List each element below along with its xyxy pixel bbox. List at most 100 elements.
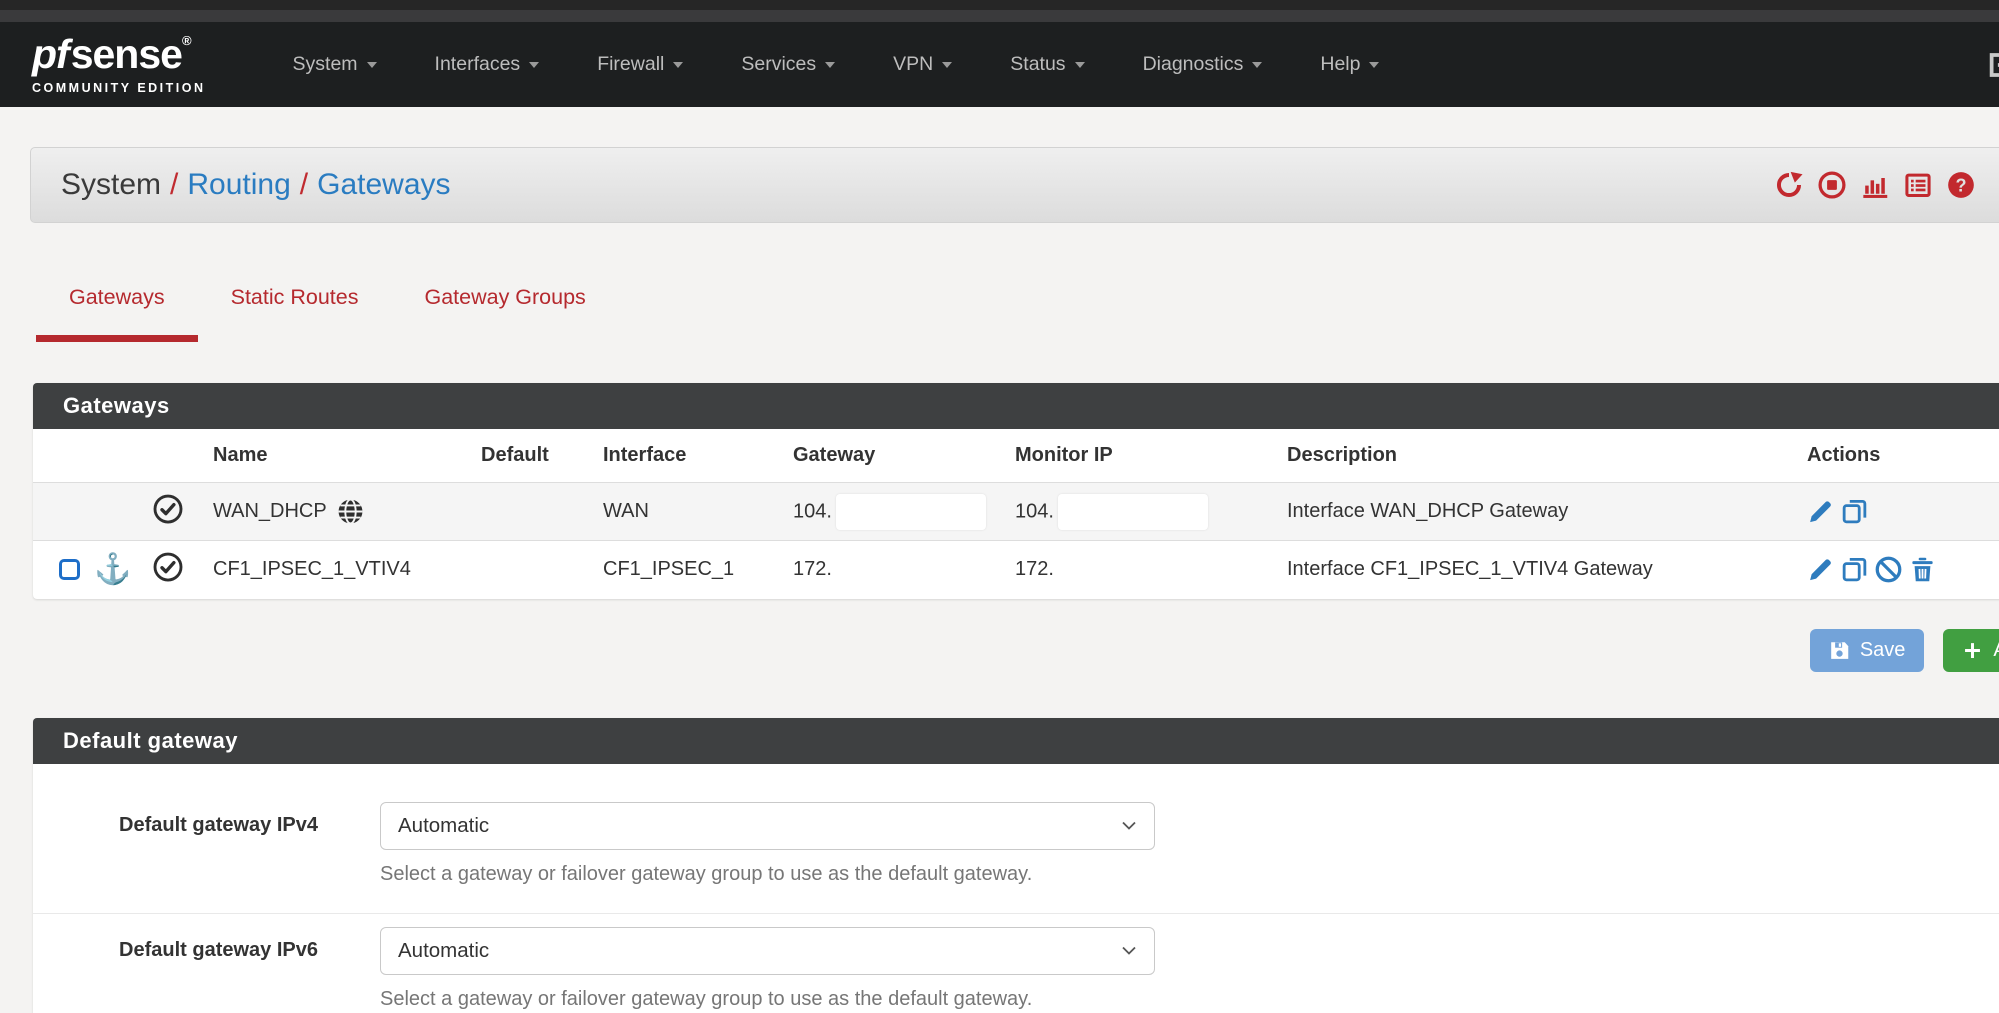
gateway-name: CF1_IPSEC_1_VTIV4 bbox=[205, 541, 473, 599]
breadcrumb-routing-link[interactable]: Routing bbox=[187, 168, 290, 201]
gateways-table: Name Default Interface Gateway Monitor I… bbox=[33, 429, 1999, 599]
gateway-description: Interface WAN_DHCP Gateway bbox=[1279, 483, 1799, 541]
disable-icon[interactable] bbox=[1875, 556, 1902, 583]
caret-down-icon bbox=[673, 62, 683, 68]
caret-down-icon bbox=[1369, 62, 1379, 68]
action-buttons-row: Save Add bbox=[0, 629, 1999, 672]
help-text: Select a gateway or failover gateway gro… bbox=[380, 863, 1155, 886]
check-circle-icon bbox=[153, 494, 183, 524]
page: pfsense® COMMUNITY EDITION System Interf… bbox=[0, 0, 1999, 1013]
copy-icon[interactable] bbox=[1841, 498, 1868, 525]
menu-vpn[interactable]: VPN bbox=[864, 53, 981, 76]
gateway-address: 172. bbox=[785, 541, 1007, 599]
pfsense-logo-text: pfsense® bbox=[32, 34, 206, 75]
gateway-default-flag bbox=[473, 541, 595, 599]
caret-down-icon bbox=[825, 62, 835, 68]
col-name: Name bbox=[205, 429, 473, 483]
caret-down-icon bbox=[942, 62, 952, 68]
window-chrome-strip2 bbox=[0, 10, 1999, 22]
col-gateway: Gateway bbox=[785, 429, 1007, 483]
default-gateway-ipv4-label: Default gateway IPv4 bbox=[33, 802, 318, 886]
tab-gateway-groups[interactable]: Gateway Groups bbox=[391, 285, 618, 342]
default-gateway-form: Default gateway IPv4 Automatic Select a … bbox=[33, 764, 1999, 1013]
svg-text:?: ? bbox=[1955, 176, 1966, 196]
default-gateway-ipv6-label: Default gateway IPv6 bbox=[33, 927, 318, 1011]
breadcrumb: System/Routing/Gateways bbox=[61, 168, 451, 202]
chevron-down-icon bbox=[1121, 818, 1137, 834]
selected-value: Automatic bbox=[398, 814, 489, 838]
menu-help[interactable]: Help bbox=[1291, 53, 1408, 76]
gateway-description: Interface CF1_IPSEC_1_VTIV4 Gateway bbox=[1279, 541, 1799, 599]
col-actions: Actions bbox=[1799, 429, 1999, 483]
menu-system[interactable]: System bbox=[264, 53, 406, 76]
table-row: ⚓ CF1_IPSEC_1_VTIV4 CF1_IPSEC_1 172. 172… bbox=[33, 541, 1999, 599]
help-text: Select a gateway or failover gateway gro… bbox=[380, 988, 1155, 1011]
globe-icon bbox=[337, 498, 364, 525]
caret-down-icon bbox=[1075, 62, 1085, 68]
routing-tabs: Gateways Static Routes Gateway Groups bbox=[36, 285, 1999, 342]
sign-out-icon[interactable] bbox=[1986, 50, 1999, 80]
gateway-address: 104. bbox=[785, 483, 1007, 541]
menu-firewall[interactable]: Firewall bbox=[568, 53, 712, 76]
window-chrome-strip bbox=[0, 0, 1999, 10]
menu-interfaces[interactable]: Interfaces bbox=[406, 53, 569, 76]
menu-services[interactable]: Services bbox=[712, 53, 864, 76]
form-row-ipv4: Default gateway IPv4 Automatic Select a … bbox=[33, 789, 1999, 913]
save-icon bbox=[1829, 640, 1850, 661]
table-header-row: Name Default Interface Gateway Monitor I… bbox=[33, 429, 1999, 483]
col-monitor-ip: Monitor IP bbox=[1007, 429, 1279, 483]
add-button[interactable]: Add bbox=[1943, 629, 1999, 672]
log-list-icon[interactable] bbox=[1904, 171, 1932, 199]
pfsense-logo[interactable]: pfsense® COMMUNITY EDITION bbox=[32, 34, 206, 95]
redacted-value bbox=[836, 494, 986, 530]
tab-gateways[interactable]: Gateways bbox=[36, 285, 198, 342]
gateway-monitor-ip: 172. bbox=[1007, 541, 1279, 599]
menu-status[interactable]: Status bbox=[981, 53, 1113, 76]
gateway-name: WAN_DHCP bbox=[213, 500, 327, 523]
main-menu: System Interfaces Firewall Services VPN … bbox=[264, 53, 1409, 76]
edit-icon[interactable] bbox=[1807, 498, 1834, 525]
stop-circle-icon[interactable] bbox=[1818, 171, 1846, 199]
caret-down-icon bbox=[1252, 62, 1262, 68]
default-gateway-ipv4-select[interactable]: Automatic bbox=[380, 802, 1155, 850]
gateway-interface: WAN bbox=[595, 483, 785, 541]
row-actions bbox=[1807, 556, 1999, 583]
bar-chart-icon[interactable] bbox=[1861, 171, 1889, 199]
default-gateway-ipv6-select[interactable]: Automatic bbox=[380, 927, 1155, 975]
default-gateway-panel: Default gateway Default gateway IPv4 Aut… bbox=[33, 718, 1999, 1013]
edit-icon[interactable] bbox=[1807, 556, 1834, 583]
tab-static-routes[interactable]: Static Routes bbox=[198, 285, 392, 342]
breadcrumb-gateways-link[interactable]: Gateways bbox=[317, 168, 450, 201]
square-icon[interactable] bbox=[59, 559, 80, 580]
help-icon[interactable]: ? bbox=[1947, 171, 1975, 199]
anchor-icon: ⚓ bbox=[94, 555, 131, 585]
redacted-value bbox=[1058, 494, 1208, 530]
menu-diagnostics[interactable]: Diagnostics bbox=[1114, 53, 1292, 76]
caret-down-icon bbox=[367, 62, 377, 68]
top-navbar: pfsense® COMMUNITY EDITION System Interf… bbox=[0, 22, 1999, 107]
save-button[interactable]: Save bbox=[1810, 629, 1925, 672]
table-row: WAN_DHCP WAN 104. 104. Interface WAN_DHC… bbox=[33, 483, 1999, 541]
copy-icon[interactable] bbox=[1841, 556, 1868, 583]
breadcrumb-system: System bbox=[61, 168, 161, 201]
header-action-icons: ? bbox=[1775, 171, 1975, 199]
gateways-panel-title: Gateways bbox=[33, 383, 1999, 429]
pfsense-edition-label: COMMUNITY EDITION bbox=[32, 82, 206, 95]
selected-value: Automatic bbox=[398, 939, 489, 963]
gateway-interface: CF1_IPSEC_1 bbox=[595, 541, 785, 599]
col-description: Description bbox=[1279, 429, 1799, 483]
default-gateway-panel-title: Default gateway bbox=[33, 718, 1999, 764]
caret-down-icon bbox=[529, 62, 539, 68]
refresh-icon[interactable] bbox=[1775, 171, 1803, 199]
gateways-panel: Gateways Name Default Interface Gateway … bbox=[33, 383, 1999, 599]
row-left-icons: ⚓ bbox=[41, 555, 137, 585]
page-header-bar: System/Routing/Gateways ? bbox=[30, 147, 1999, 223]
delete-icon[interactable] bbox=[1909, 556, 1936, 583]
col-default: Default bbox=[473, 429, 595, 483]
gateway-monitor-ip: 104. bbox=[1007, 483, 1279, 541]
chevron-down-icon bbox=[1121, 943, 1137, 959]
plus-icon bbox=[1962, 640, 1983, 661]
col-interface: Interface bbox=[595, 429, 785, 483]
row-actions bbox=[1807, 498, 1999, 525]
check-circle-icon bbox=[153, 552, 183, 582]
